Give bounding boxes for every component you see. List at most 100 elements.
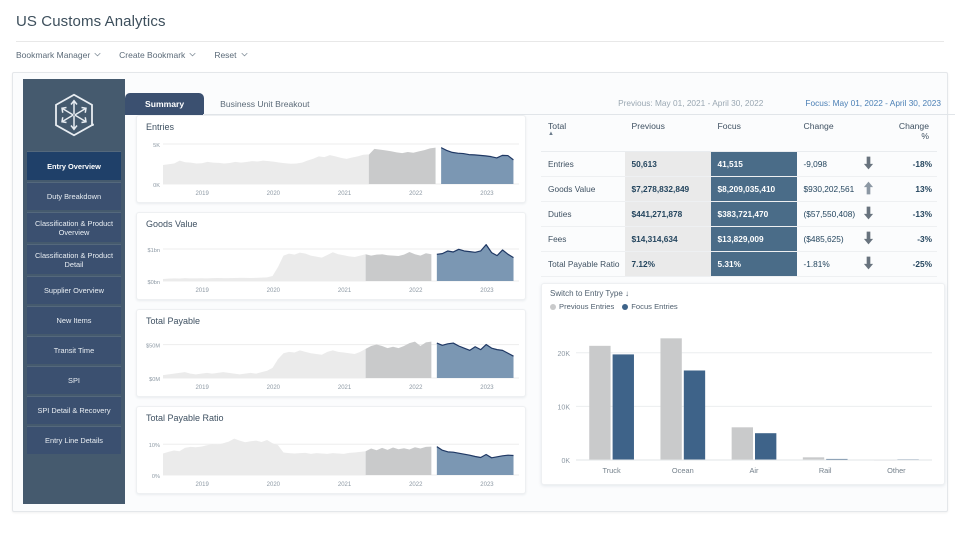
toolbar-reset[interactable]: Reset <box>214 50 248 60</box>
legend-item-previous-entries[interactable]: Previous Entries <box>550 302 614 311</box>
arrow-down-icon <box>863 256 874 273</box>
toolbar-create-bookmark[interactable]: Create Bookmark <box>119 50 196 60</box>
table-row[interactable]: Entries 50,613 41,515 -9,098 -18% <box>541 151 937 177</box>
legend-label-focus: Focus Entries <box>631 302 678 311</box>
cell-previous: $7,278,832,849 <box>624 176 711 202</box>
sidebar-item-entry-overview[interactable]: Entry Overview <box>27 151 121 180</box>
sidebar-item-label: Transit Time <box>53 346 95 355</box>
svg-text:2019: 2019 <box>195 191 209 197</box>
toolbar-bookmark-manager[interactable]: Bookmark Manager <box>16 50 101 60</box>
hexagon-cube-arrows-logo-icon <box>55 93 94 137</box>
sidebar-item-label: SPI Detail & Recovery <box>37 406 111 415</box>
tab-bar: Summary Business Unit Breakout Previous:… <box>125 87 941 115</box>
sidebar-nav: Entry Overview Duty Breakdown Classifica… <box>23 151 125 454</box>
column-header-total-label: Total <box>548 121 567 131</box>
bar-chart-legend: Previous Entries Focus Entries <box>550 302 678 311</box>
column-header-change[interactable]: Change <box>796 115 885 152</box>
svg-text:2023: 2023 <box>480 482 494 488</box>
svg-text:2020: 2020 <box>267 385 281 391</box>
previous-period-label: Previous: May 01, 2021 - April 30, 2022 <box>618 98 764 108</box>
sort-ascending-icon: ▲ <box>548 131 554 137</box>
bar-chart-plot: 0K 10K 20K Truck Ocean Air Rail Other <box>542 314 946 487</box>
sidebar-item-transit-time[interactable]: Transit Time <box>27 336 121 364</box>
column-header-change-pct[interactable]: Change % <box>884 115 937 152</box>
svg-text:20K: 20K <box>558 351 571 358</box>
sidebar-item-classification-product-overview[interactable]: Classification & Product Overview <box>27 212 121 242</box>
svg-text:2023: 2023 <box>480 288 494 294</box>
cell-change-pct: -25% <box>863 251 937 277</box>
tab-summary-label: Summary <box>145 99 185 109</box>
sidebar-item-spi-detail-recovery[interactable]: SPI Detail & Recovery <box>27 396 121 424</box>
svg-text:0K: 0K <box>153 183 160 189</box>
app-root: US Customs Analytics Bookmark Manager Cr… <box>0 0 960 540</box>
svg-text:2022: 2022 <box>409 482 423 488</box>
sidebar-item-label: New Items <box>56 316 92 325</box>
sidebar-item-label: Entry Overview <box>47 161 101 171</box>
legend-swatch-focus <box>622 303 629 310</box>
legend-item-focus-entries[interactable]: Focus Entries <box>622 302 678 311</box>
column-header-focus[interactable]: Focus <box>710 115 797 152</box>
svg-text:2020: 2020 <box>267 288 281 294</box>
sparkline-goods-value: $1bn $0bn 2019 2020 2021 2022 2023 <box>137 233 527 295</box>
svg-text:Other: Other <box>887 466 906 475</box>
chevron-down-icon <box>94 51 101 58</box>
svg-text:2019: 2019 <box>195 288 209 294</box>
chart-card-total-payable[interactable]: Total Payable $50M $0M 2019 2020 2021 2022 202… <box>136 309 526 397</box>
tab-business-unit-breakout[interactable]: Business Unit Breakout <box>204 93 325 115</box>
cell-focus: 41,515 <box>710 151 797 177</box>
column-header-previous[interactable]: Previous <box>624 115 711 152</box>
sidebar-item-supplier-overview[interactable]: Supplier Overview <box>27 276 121 304</box>
cell-change-pct: -13% <box>863 201 937 227</box>
column-header-total[interactable]: Total ▲ <box>541 115 625 152</box>
sidebar-item-label: Supplier Overview <box>44 286 104 295</box>
report-canvas: Entry Overview Duty Breakdown Classifica… <box>12 72 955 512</box>
cell-previous: 50,613 <box>624 151 711 177</box>
chart-card-goods-value[interactable]: Goods Value $1bn $0bn 2019 2020 2021 2022 2023 <box>136 212 526 300</box>
legend-swatch-previous <box>550 303 556 310</box>
cell-previous: $441,271,878 <box>624 201 711 227</box>
tab-business-unit-breakout-label: Business Unit Breakout <box>220 99 310 109</box>
cell-label: Goods Value <box>541 176 625 202</box>
cell-previous: 7.12% <box>624 251 711 277</box>
svg-text:$1bn: $1bn <box>148 248 160 254</box>
table-row[interactable]: Total Payable Ratio 7.12% 5.31% -1.81% -25% <box>541 251 937 277</box>
cell-change-pct: -3% <box>863 226 937 252</box>
chevron-down-icon <box>189 51 196 58</box>
sidebar-item-label: Duty Breakdown <box>46 192 102 201</box>
column-header-change-label: Change <box>803 121 834 131</box>
cell-label: Duties <box>541 201 625 227</box>
svg-text:10K: 10K <box>558 404 571 411</box>
cell-label: Entries <box>541 151 625 177</box>
cell-focus: $13,829,009 <box>710 226 797 252</box>
svg-text:2019: 2019 <box>195 385 209 391</box>
cell-label: Fees <box>541 226 625 252</box>
entry-type-bar-chart-card[interactable]: Switch to Entry Type ↓ Previous Entries … <box>541 283 945 485</box>
arrow-up-icon <box>863 181 874 198</box>
sidebar-item-classification-product-detail[interactable]: Classification & Product Detail <box>27 244 121 274</box>
chevron-down-icon <box>240 51 248 58</box>
svg-text:10%: 10% <box>149 443 160 449</box>
chart-card-total-payable-ratio[interactable]: Total Payable Ratio 10% 0% 2019 2020 2021 202… <box>136 406 526 494</box>
sidebar-item-duty-breakdown[interactable]: Duty Breakdown <box>27 182 121 210</box>
table-row[interactable]: Goods Value $7,278,832,849 $8,209,035,410 $… <box>541 176 937 202</box>
switch-to-entry-type-button[interactable]: Switch to Entry Type ↓ <box>550 289 629 298</box>
tab-summary[interactable]: Summary <box>125 93 205 115</box>
sidebar-item-label: Entry Line Details <box>45 436 103 445</box>
date-range-summary: Previous: May 01, 2021 - April 30, 2022 … <box>618 98 941 108</box>
column-header-previous-label: Previous <box>631 121 665 131</box>
cell-change-pct: 13% <box>863 176 937 202</box>
chart-title-entries: Entries <box>146 122 175 132</box>
table-row[interactable]: Fees $14,314,634 $13,829,009 ($485,625) -3% <box>541 226 937 252</box>
svg-text:0%: 0% <box>152 474 160 480</box>
sidebar-item-entry-line-details[interactable]: Entry Line Details <box>27 426 121 454</box>
chart-card-entries[interactable]: Entries 5K 0K 2019 2020 2021 2022 2023 <box>136 115 526 203</box>
sidebar-item-new-items[interactable]: New Items <box>27 306 121 334</box>
trend-charts-column: Entries 5K 0K 2019 2020 2021 2022 2023 Goods V… <box>128 115 528 507</box>
svg-text:Air: Air <box>749 466 759 475</box>
cell-previous: $14,314,634 <box>624 226 711 252</box>
svg-text:2021: 2021 <box>338 385 352 391</box>
table-row[interactable]: Duties $441,271,878 $383,721,470 ($57,550,4… <box>541 201 937 227</box>
cell-focus: 5.31% <box>710 251 797 277</box>
svg-text:2022: 2022 <box>409 385 423 391</box>
sidebar-item-spi[interactable]: SPI <box>27 366 121 394</box>
